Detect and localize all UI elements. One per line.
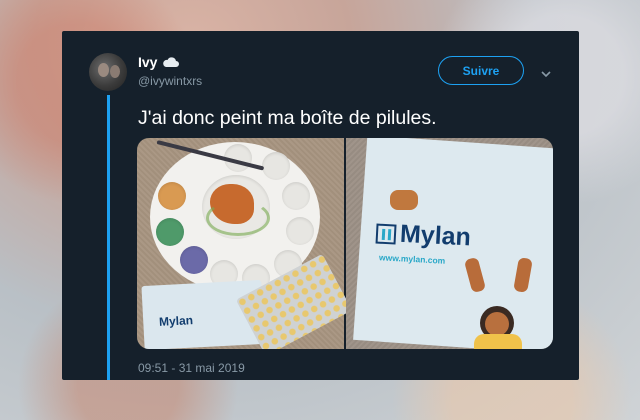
tweet-card: Ivy @ivywintxrs Suivre J'ai donc peint m…	[62, 31, 579, 380]
thread-line	[107, 95, 110, 380]
small-figure-drawing	[390, 190, 418, 210]
tweet-timestamp[interactable]: 09:51 - 31 mai 2019	[138, 361, 245, 375]
mylan-logo-small: Mylan	[158, 313, 194, 329]
mylan-logo: Mylan	[375, 219, 472, 253]
mylan-mark-icon	[375, 223, 397, 245]
photo-palette[interactable]: Mylan	[137, 138, 353, 349]
woman-drawing	[463, 256, 536, 349]
tweet-text: J'ai donc peint ma boîte de pilules.	[138, 107, 437, 129]
follow-button[interactable]: Suivre	[438, 56, 524, 85]
photo-painted-box[interactable]: Mylan www.mylan.com	[346, 138, 553, 349]
display-name-text[interactable]: Ivy	[138, 54, 157, 70]
media-grid: Mylan Mylan www.mylan.com	[137, 138, 553, 349]
user-handle[interactable]: @ivywintxrs	[138, 74, 202, 88]
display-name[interactable]: Ivy	[138, 54, 180, 70]
chevron-down-icon[interactable]	[540, 66, 552, 78]
avatar[interactable]	[89, 53, 127, 91]
cloud-icon	[162, 56, 180, 68]
mylan-brand: Mylan	[399, 219, 472, 252]
